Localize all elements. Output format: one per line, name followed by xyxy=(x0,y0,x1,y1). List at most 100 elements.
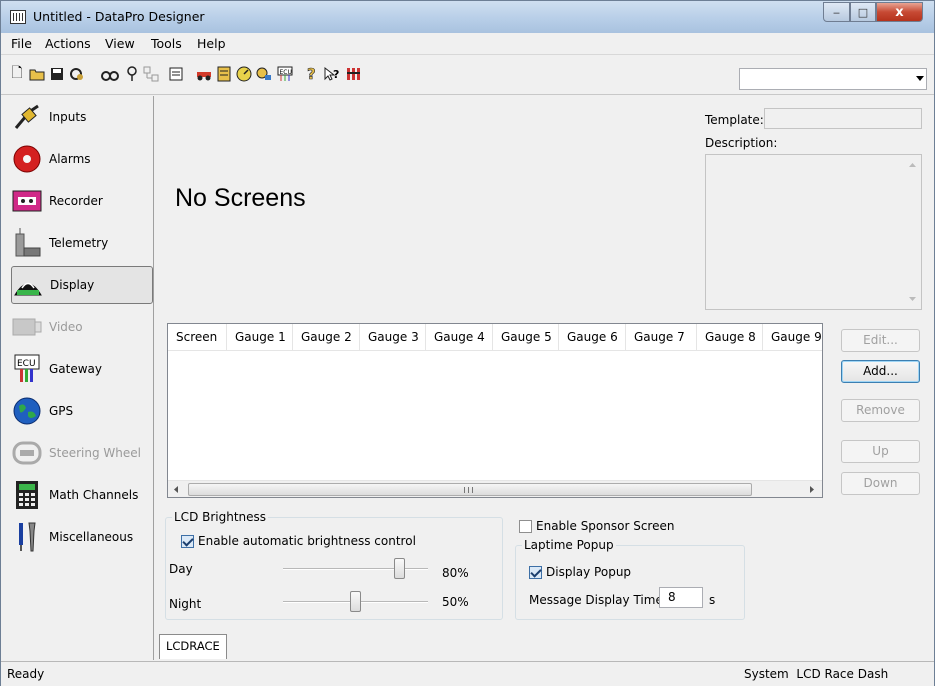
chevron-left-icon[interactable] xyxy=(172,485,180,494)
column-header-gauge-9[interactable]: Gauge 9 xyxy=(763,324,822,350)
columns-icon[interactable] xyxy=(344,64,364,84)
close-button[interactable]: x xyxy=(876,2,923,22)
menu-file[interactable]: File xyxy=(11,36,32,51)
svg-text:ECU: ECU xyxy=(280,69,292,76)
wrench-icon[interactable] xyxy=(254,64,274,84)
column-header-gauge-6[interactable]: Gauge 6 xyxy=(559,324,626,350)
laptime-popup-title: Laptime Popup xyxy=(524,538,614,552)
sidebar-item-label: Telemetry xyxy=(49,236,109,250)
window-title: Untitled - DataPro Designer xyxy=(33,9,205,24)
horizontal-scrollbar[interactable] xyxy=(168,480,822,497)
message-time-label: Message Display Time: xyxy=(529,593,667,607)
sidebar-item-label: Recorder xyxy=(49,194,103,208)
tab-lcdrace[interactable]: LCDRACE xyxy=(159,634,227,659)
checkbox-unchecked[interactable] xyxy=(519,520,532,533)
sidebar-item-math-channels[interactable]: Math Channels xyxy=(11,476,153,514)
minimize-button[interactable]: ‒ xyxy=(823,2,850,22)
sidebar-item-inputs[interactable]: Inputs xyxy=(11,98,153,136)
remove-button[interactable]: Remove xyxy=(841,399,920,422)
sidebar-item-display[interactable]: Display xyxy=(11,266,153,304)
maximize-button[interactable]: □ xyxy=(850,2,876,22)
svg-text:?: ? xyxy=(333,68,339,81)
network-icon[interactable] xyxy=(141,64,161,84)
main-panel: No Screens Template: Description: Screen… xyxy=(155,96,934,660)
cassette-icon xyxy=(11,185,43,217)
alarm-bell-icon xyxy=(11,143,43,175)
day-slider-thumb[interactable] xyxy=(393,558,405,579)
toolbar: 🗋 ECU ? ? xyxy=(1,55,934,95)
menu-help[interactable]: Help xyxy=(197,36,226,51)
globe-icon xyxy=(11,395,43,427)
chevron-down-icon[interactable] xyxy=(916,76,924,81)
status-right: System LCD Race Dash xyxy=(744,667,889,681)
column-header-gauge-2[interactable]: Gauge 2 xyxy=(293,324,360,350)
message-time-input[interactable]: 8 xyxy=(659,587,703,608)
menu-tools[interactable]: Tools xyxy=(151,36,182,51)
sidebar-item-telemetry[interactable]: Telemetry xyxy=(11,224,153,262)
description-scrollbar[interactable] xyxy=(904,155,921,309)
night-slider-thumb[interactable] xyxy=(350,591,361,612)
save-icon[interactable] xyxy=(47,64,67,84)
calculator-icon xyxy=(11,479,43,511)
svg-text:?: ? xyxy=(307,66,316,82)
print-icon[interactable] xyxy=(67,64,87,84)
race-car-icon[interactable] xyxy=(194,64,214,84)
description-field xyxy=(705,154,922,310)
column-header-gauge-5[interactable]: Gauge 5 xyxy=(493,324,559,350)
steering-wheel-icon xyxy=(11,437,43,469)
add-button[interactable]: Add... xyxy=(841,360,920,383)
sidebar-item-miscellaneous[interactable]: Miscellaneous xyxy=(11,518,153,556)
sidebar-item-label: GPS xyxy=(49,404,74,418)
column-header-gauge-4[interactable]: Gauge 4 xyxy=(426,324,493,350)
toolbar-combo[interactable] xyxy=(739,68,927,90)
auto-brightness-checkbox[interactable]: Enable automatic brightness control xyxy=(181,534,416,548)
ecu-icon[interactable]: ECU xyxy=(275,64,295,84)
new-file-icon[interactable]: 🗋 xyxy=(7,64,27,84)
tools-icon xyxy=(11,521,43,553)
column-header-gauge-7[interactable]: Gauge 7 xyxy=(626,324,697,350)
sidebar-item-alarms[interactable]: Alarms xyxy=(11,140,153,178)
day-slider-track[interactable] xyxy=(283,568,428,570)
whats-this-icon[interactable]: ? xyxy=(322,64,342,84)
checkbox-checked[interactable] xyxy=(181,535,194,548)
display-popup-label: Display Popup xyxy=(546,565,632,579)
help-icon[interactable]: ? xyxy=(302,64,322,84)
properties-icon[interactable] xyxy=(167,64,187,84)
column-header-gauge-8[interactable]: Gauge 8 xyxy=(697,324,763,350)
binoculars-icon[interactable] xyxy=(100,64,120,84)
laptime-popup-group: Laptime Popup xyxy=(515,538,745,620)
menu-bar: File Actions View Tools Help xyxy=(1,33,934,55)
gauge-icon[interactable] xyxy=(234,64,254,84)
sidebar-item-steering-wheel[interactable]: Steering Wheel xyxy=(11,434,153,472)
down-button[interactable]: Down xyxy=(841,472,920,495)
notes-icon[interactable] xyxy=(214,64,234,84)
display-dash-icon xyxy=(12,269,44,301)
display-popup-checkbox[interactable]: Display Popup xyxy=(529,565,631,579)
up-button[interactable]: Up xyxy=(841,440,920,463)
sidebar-item-gateway[interactable]: ECU Gateway xyxy=(11,350,153,388)
title-bar: Untitled - DataPro Designer ‒ □ x xyxy=(1,1,934,33)
menu-view[interactable]: View xyxy=(105,36,135,51)
application-window: Untitled - DataPro Designer ‒ □ x File A… xyxy=(0,0,935,686)
open-folder-icon[interactable] xyxy=(27,64,47,84)
sidebar-item-video[interactable]: Video xyxy=(11,308,153,346)
menu-actions[interactable]: Actions xyxy=(45,36,91,51)
sidebar-item-label: Gateway xyxy=(49,362,103,376)
sidebar-item-label: Math Channels xyxy=(49,488,139,502)
scrollbar-thumb[interactable] xyxy=(188,483,752,496)
video-camera-icon xyxy=(11,311,43,343)
column-header-gauge-3[interactable]: Gauge 3 xyxy=(360,324,426,350)
sponsor-screen-checkbox[interactable]: Enable Sponsor Screen xyxy=(519,519,674,533)
chevron-right-icon[interactable] xyxy=(808,485,816,494)
checkbox-checked[interactable] xyxy=(529,566,542,579)
night-label: Night xyxy=(169,597,202,611)
antenna-icon xyxy=(11,227,43,259)
sidebar-item-recorder[interactable]: Recorder xyxy=(11,182,153,220)
edit-button[interactable]: Edit... xyxy=(841,329,920,352)
column-header-gauge-1[interactable]: Gauge 1 xyxy=(227,324,293,350)
probe-icon[interactable] xyxy=(122,64,142,84)
night-value: 50% xyxy=(442,595,469,609)
column-header-screen[interactable]: Screen xyxy=(168,324,227,350)
sidebar-item-gps[interactable]: GPS xyxy=(11,392,153,430)
auto-brightness-label: Enable automatic brightness control xyxy=(198,534,416,548)
